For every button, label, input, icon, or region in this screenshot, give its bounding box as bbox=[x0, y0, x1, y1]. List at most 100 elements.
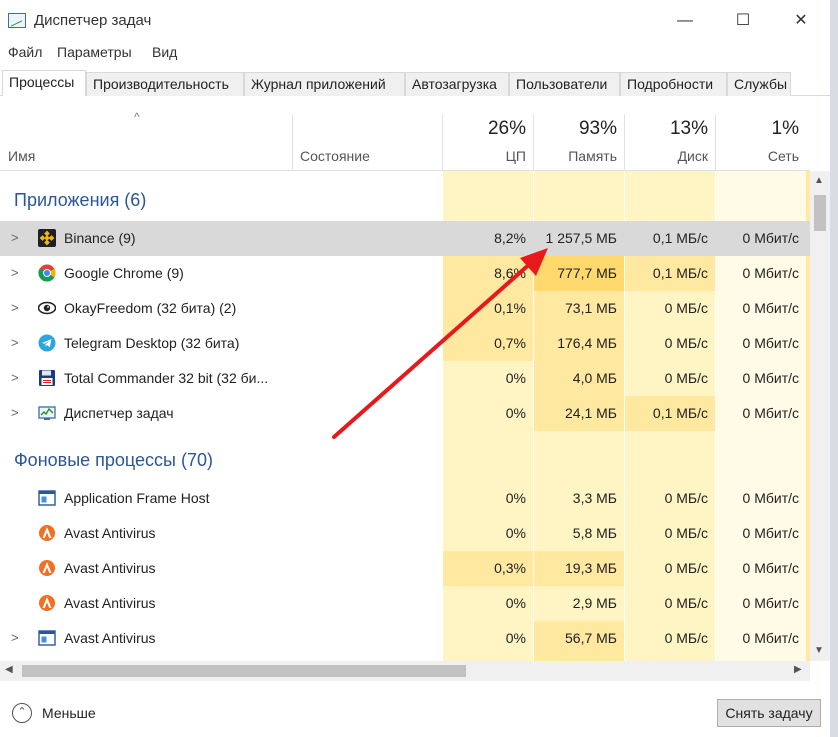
disk-value: 0 МБ/с bbox=[664, 525, 708, 541]
tab-processes[interactable]: Процессы bbox=[2, 70, 86, 97]
table-row[interactable]: Application Frame Host 0% 3,3 МБ 0 МБ/с … bbox=[0, 481, 810, 516]
table-row[interactable]: Avast Antivirus 0% 2,9 МБ 0 МБ/с 0 Мбит/… bbox=[0, 586, 810, 621]
scroll-left-icon[interactable]: ◀ bbox=[5, 664, 13, 675]
group-apps-title[interactable]: Приложения (6) bbox=[14, 190, 146, 211]
disk-value: 0,1 МБ/с bbox=[652, 265, 708, 281]
scroll-up-icon[interactable]: ▲ bbox=[814, 175, 824, 186]
table-row[interactable]: > Google Chrome (9) 8,6% 777,7 МБ 0,1 МБ… bbox=[0, 256, 810, 291]
floppy-icon bbox=[39, 370, 55, 386]
process-name: Telegram Desktop (32 бита) bbox=[64, 335, 240, 351]
network-value: 0 Мбит/с bbox=[742, 300, 799, 316]
tab-app-history[interactable]: Журнал приложений bbox=[244, 72, 405, 96]
cpu-value: 0% bbox=[505, 370, 526, 386]
table-row[interactable]: > Total Commander 32 bit (32 би... 0% 4,… bbox=[0, 361, 810, 396]
tab-details[interactable]: Подробности bbox=[620, 72, 727, 96]
chevron-right-icon[interactable]: > bbox=[11, 630, 19, 645]
cpu-value: 0% bbox=[505, 490, 526, 506]
minimize-button[interactable]: — bbox=[662, 6, 708, 36]
disk-value: 0 МБ/с bbox=[664, 595, 708, 611]
disk-value: 0 МБ/с bbox=[664, 560, 708, 576]
column-status[interactable]: Состояние bbox=[300, 148, 370, 164]
chevron-right-icon[interactable]: > bbox=[11, 300, 19, 315]
group-background-title[interactable]: Фоновые процессы (70) bbox=[14, 450, 213, 471]
disk-value: 0 МБ/с bbox=[664, 335, 708, 351]
process-name: Binance (9) bbox=[64, 230, 136, 246]
network-value: 0 Мбит/с bbox=[742, 265, 799, 281]
table-row[interactable]: > Binance (9) 8,2% 1 257,5 МБ 0,1 МБ/с 0… bbox=[0, 221, 810, 256]
table-row[interactable]: > Диспетчер задач 0% 24,1 МБ 0,1 МБ/с 0 … bbox=[0, 396, 810, 431]
footer-bar: ⌃ Меньше Снять задачу bbox=[0, 681, 830, 737]
menu-options[interactable]: Параметры bbox=[57, 44, 132, 60]
tab-startup[interactable]: Автозагрузка bbox=[405, 72, 509, 96]
column-memory[interactable]: Память bbox=[535, 148, 617, 164]
window-title: Диспетчер задач bbox=[34, 12, 152, 29]
telegram-icon bbox=[38, 334, 56, 352]
cpu-value: 0% bbox=[505, 595, 526, 611]
memory-value: 1 257,5 МБ bbox=[545, 230, 617, 246]
chrome-icon bbox=[38, 264, 56, 282]
memory-value: 19,3 МБ bbox=[565, 560, 617, 576]
network-value: 0 Мбит/с bbox=[742, 405, 799, 421]
disk-value: 0 МБ/с bbox=[664, 300, 708, 316]
disk-value: 0 МБ/с bbox=[664, 630, 708, 646]
chevron-up-icon[interactable]: ⌃ bbox=[12, 703, 32, 723]
network-value: 0 Мбит/с bbox=[742, 560, 799, 576]
maximize-button[interactable]: ☐ bbox=[720, 6, 766, 36]
disk-total[interactable]: 13% bbox=[626, 118, 708, 140]
avast-icon bbox=[39, 595, 55, 611]
task-manager-icon bbox=[38, 406, 56, 420]
table-row[interactable]: Avast Antivirus 0% 5,8 МБ 0 МБ/с 0 Мбит/… bbox=[0, 516, 810, 551]
chevron-right-icon[interactable]: > bbox=[11, 230, 19, 245]
memory-value: 5,8 МБ bbox=[572, 525, 617, 541]
chevron-right-icon[interactable]: > bbox=[11, 265, 19, 280]
memory-total[interactable]: 93% bbox=[535, 118, 617, 140]
scroll-right-icon[interactable]: ▶ bbox=[794, 664, 802, 675]
process-table: Приложения (6) > Binance (9) 8,2% 1 257,… bbox=[0, 171, 810, 661]
fewer-details-link[interactable]: Меньше bbox=[42, 705, 96, 721]
column-disk[interactable]: Диск bbox=[626, 148, 708, 164]
tab-performance[interactable]: Производительность bbox=[86, 72, 244, 96]
memory-value: 4,0 МБ bbox=[572, 370, 617, 386]
network-value: 0 Мбит/с bbox=[742, 595, 799, 611]
process-name: Avast Antivirus bbox=[64, 560, 156, 576]
close-button[interactable]: ✕ bbox=[778, 6, 824, 36]
chevron-right-icon[interactable]: > bbox=[11, 405, 19, 420]
end-task-button[interactable]: Снять задачу bbox=[717, 699, 821, 727]
cpu-value: 0,7% bbox=[494, 335, 526, 351]
window-icon bbox=[38, 490, 56, 506]
menu-view[interactable]: Вид bbox=[152, 44, 177, 60]
memory-value: 24,1 МБ bbox=[565, 405, 617, 421]
window-edge bbox=[830, 0, 838, 737]
table-row[interactable]: Avast Antivirus 0,3% 19,3 МБ 0 МБ/с 0 Мб… bbox=[0, 551, 810, 586]
disk-value: 0,1 МБ/с bbox=[652, 405, 708, 421]
process-name: Google Chrome (9) bbox=[64, 265, 184, 281]
horizontal-scrollbar[interactable]: ◀ ▶ bbox=[0, 661, 810, 681]
process-name: Диспетчер задач bbox=[64, 405, 174, 421]
process-name: Application Frame Host bbox=[64, 490, 210, 506]
table-row[interactable]: > Avast Antivirus 0% 56,7 МБ 0 МБ/с 0 Мб… bbox=[0, 621, 810, 656]
scroll-down-icon[interactable]: ▼ bbox=[814, 645, 824, 656]
column-cpu[interactable]: ЦП bbox=[444, 148, 526, 164]
column-network[interactable]: Сеть bbox=[717, 148, 799, 164]
column-name[interactable]: Имя bbox=[8, 148, 35, 164]
table-row[interactable]: > OkayFreedom (32 бита) (2) 0,1% 73,1 МБ… bbox=[0, 291, 810, 326]
disk-value: 0,1 МБ/с bbox=[652, 230, 708, 246]
cpu-value: 0% bbox=[505, 405, 526, 421]
network-value: 0 Мбит/с bbox=[742, 335, 799, 351]
avast-icon bbox=[39, 525, 55, 541]
chevron-right-icon[interactable]: > bbox=[11, 335, 19, 350]
memory-value: 2,9 МБ bbox=[572, 595, 617, 611]
tab-users[interactable]: Пользователи bbox=[509, 72, 620, 96]
vertical-scroll-thumb[interactable] bbox=[814, 195, 826, 231]
table-row[interactable]: > Telegram Desktop (32 бита) 0,7% 176,4 … bbox=[0, 326, 810, 361]
vertical-scrollbar[interactable]: ▲ ▼ bbox=[810, 171, 830, 661]
avast-icon bbox=[39, 560, 55, 576]
network-value: 0 Мбит/с bbox=[742, 230, 799, 246]
cpu-total[interactable]: 26% bbox=[444, 118, 526, 140]
menu-file[interactable]: Файл bbox=[8, 44, 42, 60]
column-header: ^ Имя Состояние 26% ЦП 93% Память 13% Ди… bbox=[0, 96, 810, 171]
chevron-right-icon[interactable]: > bbox=[11, 370, 19, 385]
network-total[interactable]: 1% bbox=[717, 118, 799, 140]
tab-services[interactable]: Службы bbox=[727, 72, 791, 96]
horizontal-scroll-thumb[interactable] bbox=[22, 665, 466, 677]
